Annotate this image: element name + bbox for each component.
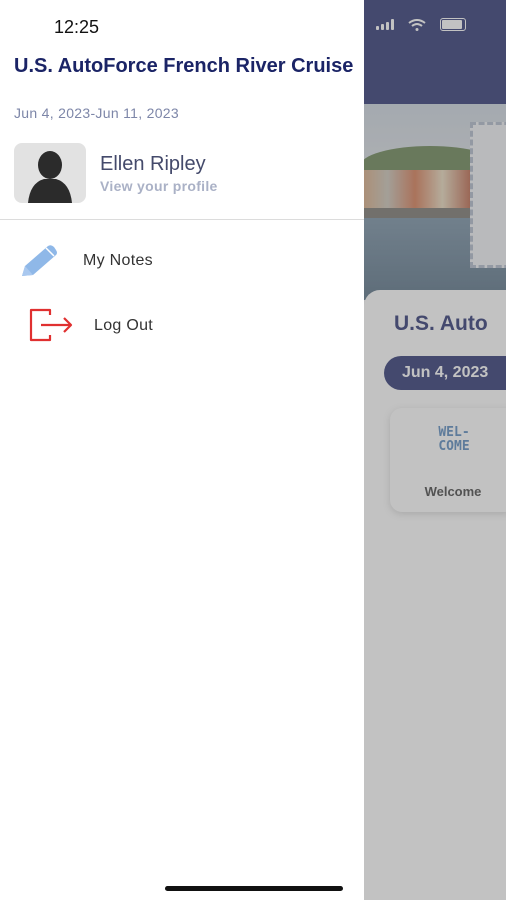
screen: U.S. Auto Jun 4, 2023 WEL- COME Welcome 1…	[0, 0, 506, 900]
avatar	[14, 143, 86, 203]
logout-icon	[29, 308, 73, 342]
home-indicator[interactable]	[165, 886, 343, 891]
profile-name: Ellen Ripley	[100, 153, 206, 175]
trip-dates: Jun 4, 2023-Jun 11, 2023	[14, 105, 179, 121]
pencil-icon	[22, 245, 57, 276]
person-silhouette-icon	[28, 151, 72, 203]
side-drawer: 12:25 U.S. AutoForce French River Cruise…	[0, 0, 364, 900]
divider	[0, 219, 364, 220]
profile-row[interactable]: Ellen Ripley View your profile	[14, 143, 354, 203]
view-profile-link[interactable]: View your profile	[100, 178, 218, 194]
menu-item-log-out[interactable]: Log Out	[0, 301, 364, 351]
menu-item-label: Log Out	[94, 317, 154, 334]
trip-title: U.S. AutoForce French River Cruise	[14, 55, 354, 77]
menu-item-label: My Notes	[83, 252, 153, 269]
status-time: 12:25	[54, 17, 100, 37]
menu-item-my-notes[interactable]: My Notes	[0, 236, 364, 286]
